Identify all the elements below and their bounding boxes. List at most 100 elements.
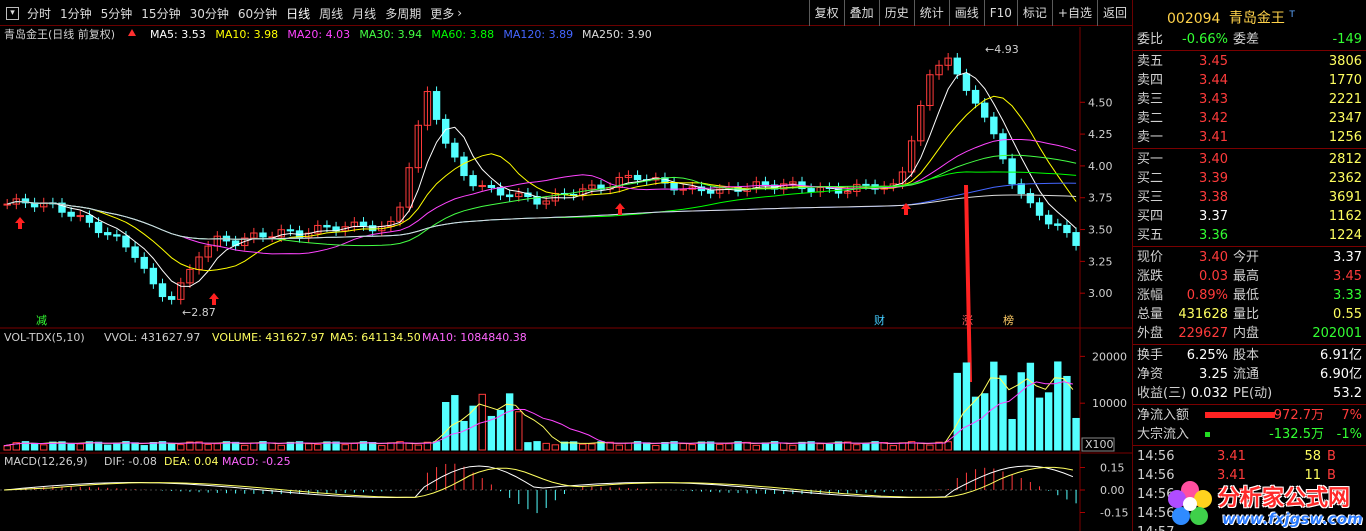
ask-volume: 2347 <box>1328 111 1362 126</box>
toolbar-button[interactable]: F10 <box>983 0 1017 26</box>
divider <box>1133 445 1366 446</box>
event-marker: 榜 <box>1003 313 1014 327</box>
volume-bar <box>241 444 249 451</box>
candle-body <box>1008 158 1016 185</box>
candle-body <box>442 118 450 144</box>
y-tick-label: 4.50 <box>1088 96 1113 109</box>
weibi-label: 委比 <box>1137 32 1164 47</box>
volume-bar <box>624 442 633 451</box>
chart-area[interactable]: 4.50 4.25 4.00 3.75 3.50 3.25 3.00 青岛金王(日线 前复权)… <box>0 27 1132 531</box>
y-tick-label: 3.75 <box>1088 192 1113 205</box>
period-tab[interactable]: 多周期 <box>385 5 421 22</box>
bid-row: 买一 3.40 2812 <box>1133 150 1366 169</box>
toolbar-button[interactable]: +自选 <box>1051 0 1097 26</box>
period-tab[interactable]: 日线 <box>286 5 310 22</box>
period-tab[interactable]: 1分钟 <box>60 5 92 22</box>
stat-value: 0.55 <box>1333 307 1362 322</box>
toolbar-button[interactable]: 叠加 <box>843 0 879 26</box>
bid-volume: 2362 <box>1328 171 1362 186</box>
period-tab[interactable]: 5分钟 <box>101 5 133 22</box>
money-flow: 净流入额 972.7万 7% 大宗流入 -132.5万 -1% <box>1133 406 1366 444</box>
volume-bar <box>551 444 560 451</box>
period-tab[interactable]: 15分钟 <box>141 5 180 22</box>
stat-label: 总量 <box>1137 307 1164 322</box>
stat-label: 内盘 <box>1233 326 1260 341</box>
candle-body <box>85 215 94 223</box>
stat-label: 涨幅 <box>1137 288 1164 303</box>
candle-body <box>451 142 459 158</box>
volume-bar <box>405 442 413 451</box>
volume-bar <box>825 443 834 451</box>
ask-volume: 3806 <box>1328 54 1362 69</box>
period-tab[interactable]: 更多 <box>430 5 454 22</box>
volume-bar <box>944 441 952 451</box>
bid-row: 买四 3.37 1162 <box>1133 207 1366 226</box>
stat-value: 431628 <box>1178 307 1228 322</box>
period-tab[interactable]: 月线 <box>352 5 376 22</box>
volume-bar <box>853 444 861 451</box>
toolbar-button[interactable]: 复权 <box>808 0 844 26</box>
period-tab[interactable]: 60分钟 <box>238 5 277 22</box>
menu-toggle-icon[interactable]: ▾ <box>6 6 19 20</box>
volume-bar <box>1063 375 1071 451</box>
period-tab[interactable]: 分时 <box>27 5 51 22</box>
candle-body <box>761 181 770 186</box>
fund-label: 换手 <box>1137 348 1164 363</box>
period-tab[interactable]: 周线 <box>319 5 343 22</box>
period-tab[interactable]: 30分钟 <box>190 5 229 22</box>
candle-body <box>149 267 158 285</box>
flow-pct: -1% <box>1336 427 1362 442</box>
volume-bar <box>579 443 587 451</box>
stat-value: 3.37 <box>1333 250 1362 265</box>
volume-bar <box>304 443 313 451</box>
kline-chart[interactable]: 4.50 4.25 4.00 3.75 3.50 3.25 3.00 青岛金王(日线 前复权)… <box>0 27 1132 531</box>
candle-body <box>167 296 176 300</box>
stat-label: 涨跌 <box>1137 269 1164 284</box>
bid-price: 3.37 <box>1199 209 1228 224</box>
volume-bar <box>460 420 468 451</box>
candle-body <box>1072 232 1080 246</box>
ask-label: 卖一 <box>1137 130 1164 145</box>
candle-body <box>131 246 139 258</box>
candle-body <box>259 232 267 238</box>
divider <box>1133 344 1366 345</box>
stat-value: 229627 <box>1178 326 1228 341</box>
weicha-value: -149 <box>1332 32 1362 47</box>
toolbar-button[interactable]: 标记 <box>1016 0 1052 26</box>
ask-price: 3.45 <box>1199 54 1228 69</box>
stat-label: 现价 <box>1137 250 1164 265</box>
volume-bar <box>268 442 276 451</box>
vol-ma-line <box>3 381 1074 447</box>
chevron-right-icon[interactable]: › <box>457 6 462 20</box>
stat-value: 3.40 <box>1199 250 1228 265</box>
trading-app: ▾ 分时 1分钟 5分钟 15分钟 30分钟 60分钟 日线 周线 月线 多周期 更多 › 复权 叠加历… <box>0 0 1366 531</box>
vol-tick-label: 20000 <box>1092 350 1127 363</box>
tick-side: B <box>1327 449 1336 464</box>
toolbar-button[interactable]: 返回 <box>1096 0 1132 26</box>
stat-label: 最低 <box>1233 288 1260 303</box>
fund-value: 6.91亿 <box>1320 348 1362 363</box>
candle-body <box>862 183 870 186</box>
volume-bar <box>341 444 349 451</box>
candle-body <box>971 89 980 104</box>
toolbar-button[interactable]: 历史 <box>878 0 914 26</box>
vol-ma-line <box>3 377 1074 447</box>
volume-bar <box>1054 361 1062 451</box>
candle-body <box>122 235 130 248</box>
volume-bar <box>917 442 925 451</box>
volume-bar <box>378 445 386 451</box>
candle-body <box>1054 223 1062 226</box>
volume-bar <box>816 443 824 451</box>
signal-line <box>964 184 972 383</box>
candle-body <box>94 221 103 234</box>
toolbar-button[interactable]: 统计 <box>913 0 949 26</box>
chart-title: 青岛金王(日线 前复权) <box>4 27 115 41</box>
vol-ma5: MA5: 641134.50 <box>330 331 421 344</box>
tick-row[interactable]: 14:56 3.41 58 B <box>1133 447 1366 466</box>
ask-book: 卖五 3.45 3806 卖四 3.44 1770 卖三 3.43 2221 卖二 3.42 2347… <box>1133 52 1366 147</box>
toolbar-button[interactable]: 画线 <box>948 0 984 26</box>
toolbar-actions: 复权 叠加 历史 统计 画线 F10 标记 +自选 返回 <box>808 0 1132 26</box>
ask-label: 卖三 <box>1137 92 1164 107</box>
volume-bar <box>515 411 523 451</box>
quote-stats: 现价 3.40 今开 3.37 涨跌 0.03 最高 3.45 涨幅 0.89% 最低 3.33 总量 4… <box>1133 248 1366 343</box>
